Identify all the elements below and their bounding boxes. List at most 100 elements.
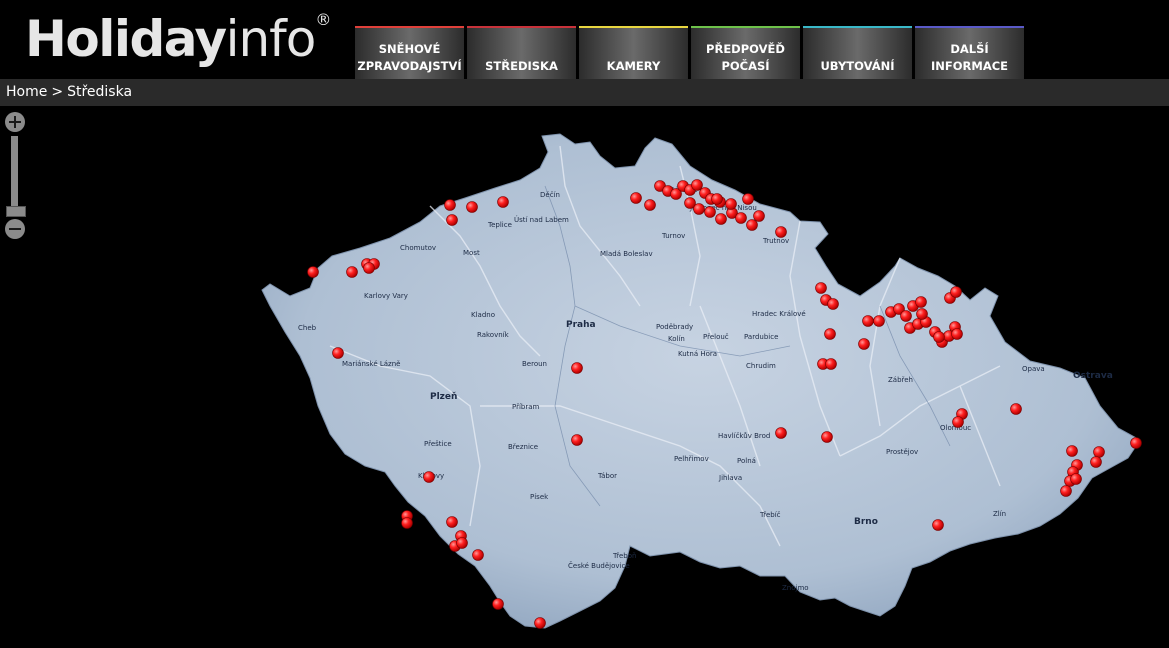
resort-marker-icon[interactable] (862, 315, 874, 327)
resort-marker-icon[interactable] (821, 431, 833, 443)
resort-marker-icon[interactable] (746, 219, 758, 231)
resort-marker-icon[interactable] (492, 598, 504, 610)
resort-marker-icon[interactable] (1090, 456, 1102, 468)
nav-label: Střediska (485, 59, 558, 73)
city-label: Beroun (522, 360, 547, 368)
city-label: Ostrava (1073, 371, 1113, 381)
resort-marker-icon[interactable] (446, 516, 458, 528)
city-label: Prostějov (886, 448, 918, 456)
resort-marker-icon[interactable] (775, 427, 787, 439)
city-label: Děčín (540, 191, 560, 199)
breadcrumb: Home > Střediska (6, 84, 132, 100)
city-label: Rakovník (477, 331, 510, 339)
resort-marker-icon[interactable] (401, 517, 413, 529)
nav-label: Předpověď počasí (706, 42, 785, 73)
nav-more-info[interactable]: Další informace (915, 26, 1024, 79)
resort-marker-icon[interactable] (815, 282, 827, 294)
resort-marker-icon[interactable] (307, 266, 319, 278)
resort-marker-icon[interactable] (332, 347, 344, 359)
resort-marker-icon[interactable] (873, 315, 885, 327)
resort-marker-icon[interactable] (691, 179, 703, 191)
resort-marker-icon[interactable] (1130, 437, 1142, 449)
resort-marker-icon[interactable] (915, 296, 927, 308)
nav-resorts[interactable]: Střediska (467, 26, 576, 79)
nav-snow-reports[interactable]: Sněhové zpravodajství (355, 26, 464, 79)
resort-marker-icon[interactable] (824, 328, 836, 340)
city-label: Chomutov (400, 244, 436, 252)
city-label: Praha (566, 320, 596, 330)
resort-marker-icon[interactable] (346, 266, 358, 278)
city-label: Hradec Králové (752, 310, 806, 318)
city-label: Opava (1022, 365, 1045, 373)
city-label: Březnice (508, 443, 538, 451)
resort-marker-icon[interactable] (1070, 473, 1082, 485)
resort-marker-icon[interactable] (534, 617, 546, 629)
resort-marker-icon[interactable] (900, 310, 912, 322)
resort-marker-icon[interactable] (466, 201, 478, 213)
resort-marker-icon[interactable] (472, 549, 484, 561)
breadcrumb-current: Střediska (67, 84, 133, 100)
city-label: Turnov (661, 232, 685, 240)
city-label: Mladá Boleslav (600, 250, 653, 258)
zoom-out-button[interactable] (5, 219, 25, 239)
city-label: Přeštice (424, 440, 452, 448)
city-label: Poděbrady (656, 323, 693, 331)
nav-accent-bar (355, 26, 464, 28)
resort-map[interactable]: Děčín Liberec Jablonec nad Nisou Ústí na… (0, 106, 1169, 648)
nav-accommodation[interactable]: Ubytování (803, 26, 912, 79)
resort-marker-icon[interactable] (693, 203, 705, 215)
nav-label: Další informace (930, 42, 1009, 73)
nav-accent-bar (467, 26, 576, 28)
site-header: Holidayinfo ® Sněhové zpravodajství Stře… (0, 0, 1169, 79)
resort-marker-icon[interactable] (446, 214, 458, 226)
resort-marker-icon[interactable] (952, 416, 964, 428)
resort-marker-icon[interactable] (644, 199, 656, 211)
nav-label: Sněhové zpravodajství (357, 42, 462, 73)
resort-marker-icon[interactable] (1010, 403, 1022, 415)
city-label: Třeboň (612, 552, 636, 560)
city-label: Pelhřimov (674, 455, 709, 463)
nav-accent-bar (915, 26, 1024, 28)
resort-marker-icon[interactable] (423, 471, 435, 483)
resort-marker-icon[interactable] (775, 226, 787, 238)
resort-marker-icon[interactable] (827, 298, 839, 310)
resort-marker-icon[interactable] (951, 328, 963, 340)
breadcrumb-separator: > (51, 84, 64, 100)
resort-marker-icon[interactable] (742, 193, 754, 205)
resort-marker-icon[interactable] (916, 308, 928, 320)
resort-marker-icon[interactable] (950, 286, 962, 298)
resort-marker-icon[interactable] (725, 198, 737, 210)
resort-marker-icon[interactable] (715, 213, 727, 225)
resort-marker-icon[interactable] (753, 210, 765, 222)
resort-marker-icon[interactable] (933, 331, 945, 343)
resort-marker-icon[interactable] (571, 434, 583, 446)
resort-marker-icon[interactable] (858, 338, 870, 350)
city-label: Brno (854, 517, 878, 527)
resort-marker-icon[interactable] (363, 262, 375, 274)
resort-marker-icon[interactable] (711, 193, 723, 205)
resort-marker-icon[interactable] (932, 519, 944, 531)
resort-marker-icon[interactable] (444, 199, 456, 211)
resort-marker-icon[interactable] (704, 206, 716, 218)
zoom-slider-track[interactable] (11, 136, 18, 216)
city-label: Jihlava (718, 474, 742, 482)
nav-accent-bar (803, 26, 912, 28)
resort-marker-icon[interactable] (1093, 446, 1105, 458)
zoom-in-button[interactable] (5, 112, 25, 132)
nav-weather-forecast[interactable]: Předpověď počasí (691, 26, 800, 79)
breadcrumb-home-link[interactable]: Home (6, 84, 47, 100)
resort-marker-icon[interactable] (735, 212, 747, 224)
resort-marker-icon[interactable] (571, 362, 583, 374)
nav-cameras[interactable]: Kamery (579, 26, 688, 79)
resort-marker-icon[interactable] (825, 358, 837, 370)
city-label: České Budějovice (568, 561, 630, 570)
resort-marker-icon[interactable] (497, 196, 509, 208)
zoom-slider-handle[interactable] (6, 206, 26, 217)
holidayinfo-logo[interactable]: Holidayinfo ® (25, 6, 331, 72)
city-label: Znojmo (782, 584, 809, 592)
resort-marker-icon[interactable] (1066, 445, 1078, 457)
city-label: Kolín (668, 335, 685, 343)
resort-marker-icon[interactable] (1060, 485, 1072, 497)
resort-marker-icon[interactable] (630, 192, 642, 204)
resort-marker-icon[interactable] (456, 537, 468, 549)
